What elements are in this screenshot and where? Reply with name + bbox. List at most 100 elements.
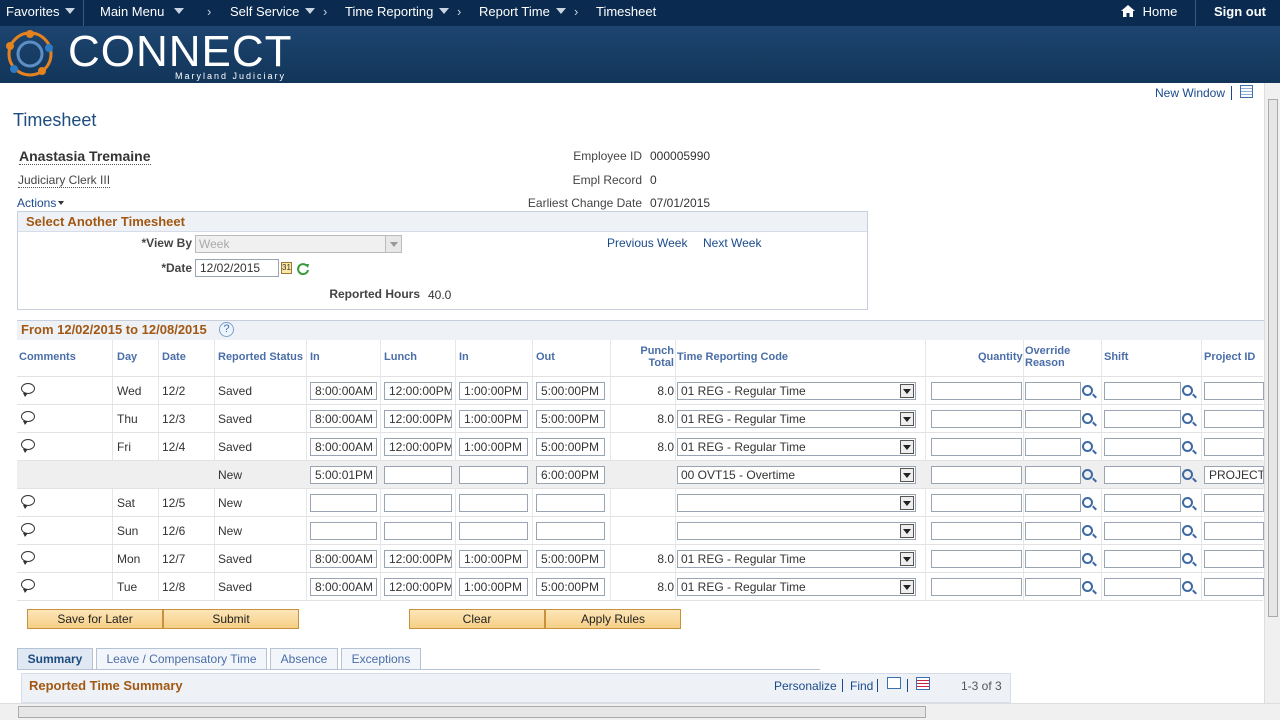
trc-select[interactable]: 01 REG - Regular Time (677, 382, 916, 400)
refresh-icon[interactable] (296, 262, 310, 276)
tab-exceptions[interactable]: Exceptions (341, 648, 421, 670)
lunch-time-input[interactable] (384, 494, 452, 512)
in-time-input[interactable]: 5:00:01PM (310, 466, 377, 484)
in2-time-input[interactable]: 1:00:00PM (459, 410, 528, 428)
quantity-input[interactable] (931, 494, 1022, 512)
employee-job-title[interactable]: Judiciary Clerk III (18, 173, 111, 188)
shift-input[interactable] (1104, 382, 1181, 400)
new-window-link[interactable]: New Window (1155, 86, 1225, 100)
comment-icon[interactable] (21, 495, 35, 509)
find-link[interactable]: Find (850, 679, 873, 693)
quantity-input[interactable] (931, 522, 1022, 540)
override-input[interactable] (1025, 550, 1081, 568)
previous-week-link[interactable]: Previous Week (607, 236, 687, 250)
horizontal-scrollbar[interactable] (0, 703, 1280, 720)
override-input[interactable] (1025, 494, 1081, 512)
out-time-input[interactable]: 5:00:00PM (536, 438, 605, 456)
project-id-input[interactable] (1204, 410, 1264, 428)
breadcrumb-report-time[interactable]: Report Time (479, 4, 566, 19)
in2-time-input[interactable] (459, 466, 528, 484)
scrollbar-thumb[interactable] (1268, 99, 1278, 617)
in-time-input[interactable]: 8:00:00AM (310, 578, 377, 596)
override-input[interactable] (1025, 522, 1081, 540)
in2-time-input[interactable] (459, 494, 528, 512)
employee-name[interactable]: Anastasia Tremaine (19, 148, 151, 165)
sign-out-link[interactable]: Sign out (1214, 4, 1266, 19)
lunch-time-input[interactable]: 12:00:00PM (384, 550, 452, 568)
lookup-icon[interactable] (1182, 441, 1193, 452)
out-time-input[interactable] (536, 494, 605, 512)
lookup-icon[interactable] (1182, 469, 1193, 480)
shift-input[interactable] (1104, 522, 1181, 540)
calendar-icon[interactable]: 31 (281, 262, 292, 274)
shift-input[interactable] (1104, 494, 1181, 512)
lookup-icon[interactable] (1182, 525, 1193, 536)
project-id-input[interactable] (1204, 382, 1264, 400)
page-layout-icon[interactable] (1240, 85, 1253, 98)
out-time-input[interactable]: 6:00:00PM (536, 466, 605, 484)
lookup-icon[interactable] (1082, 469, 1093, 480)
personalize-link[interactable]: Personalize (774, 679, 837, 693)
actions-menu[interactable]: Actions (17, 196, 65, 210)
override-input[interactable] (1025, 466, 1081, 484)
lookup-icon[interactable] (1082, 497, 1093, 508)
shift-input[interactable] (1104, 466, 1181, 484)
override-input[interactable] (1025, 438, 1081, 456)
date-input[interactable]: 12/02/2015 (195, 259, 279, 277)
comment-icon[interactable] (21, 523, 35, 537)
trc-select[interactable] (677, 522, 916, 540)
trc-select[interactable]: 01 REG - Regular Time (677, 410, 916, 428)
trc-select[interactable]: 00 OVT15 - Overtime (677, 466, 916, 484)
quantity-input[interactable] (931, 466, 1022, 484)
help-icon[interactable]: ? (219, 322, 234, 337)
override-input[interactable] (1025, 578, 1081, 596)
lunch-time-input[interactable]: 12:00:00PM (384, 578, 452, 596)
project-id-input[interactable]: PROJECTS (1204, 466, 1264, 484)
override-input[interactable] (1025, 382, 1081, 400)
trc-select[interactable] (677, 494, 916, 512)
quantity-input[interactable] (931, 382, 1022, 400)
tab-leave-compensatory-time[interactable]: Leave / Compensatory Time (96, 648, 267, 670)
home-link[interactable]: Home (1120, 4, 1177, 19)
in-time-input[interactable]: 8:00:00AM (310, 550, 377, 568)
tab-absence[interactable]: Absence (270, 648, 338, 670)
shift-input[interactable] (1104, 578, 1181, 596)
out-time-input[interactable]: 5:00:00PM (536, 578, 605, 596)
project-id-input[interactable] (1204, 550, 1264, 568)
lookup-icon[interactable] (1082, 525, 1093, 536)
apply-rules-button[interactable]: Apply Rules (545, 609, 681, 629)
in2-time-input[interactable]: 1:00:00PM (459, 550, 528, 568)
lookup-icon[interactable] (1182, 581, 1193, 592)
clear-button[interactable]: Clear (409, 609, 545, 629)
in2-time-input[interactable]: 1:00:00PM (459, 578, 528, 596)
in2-time-input[interactable] (459, 522, 528, 540)
comment-icon[interactable] (21, 551, 35, 565)
comment-icon[interactable] (21, 439, 35, 453)
shift-input[interactable] (1104, 410, 1181, 428)
in2-time-input[interactable]: 1:00:00PM (459, 382, 528, 400)
comment-icon[interactable] (21, 383, 35, 397)
lookup-icon[interactable] (1082, 553, 1093, 564)
lookup-icon[interactable] (1182, 385, 1193, 396)
lookup-icon[interactable] (1182, 413, 1193, 424)
scrollbar-thumb[interactable] (18, 706, 926, 718)
lookup-icon[interactable] (1082, 581, 1093, 592)
quantity-input[interactable] (931, 578, 1022, 596)
favorites-menu[interactable]: Favorites (6, 4, 76, 19)
override-input[interactable] (1025, 410, 1081, 428)
lookup-icon[interactable] (1082, 441, 1093, 452)
lookup-icon[interactable] (1082, 385, 1093, 396)
comment-icon[interactable] (21, 579, 35, 593)
download-spreadsheet-icon[interactable] (916, 677, 930, 690)
lunch-time-input[interactable]: 12:00:00PM (384, 410, 452, 428)
in-time-input[interactable]: 8:00:00AM (310, 410, 377, 428)
vertical-scrollbar[interactable] (1264, 83, 1280, 703)
view-by-select[interactable]: Week (195, 235, 402, 253)
next-week-link[interactable]: Next Week (703, 236, 761, 250)
trc-select[interactable]: 01 REG - Regular Time (677, 578, 916, 596)
in-time-input[interactable]: 8:00:00AM (310, 382, 377, 400)
lunch-time-input[interactable] (384, 522, 452, 540)
tab-summary[interactable]: Summary (17, 648, 93, 670)
project-id-input[interactable] (1204, 494, 1264, 512)
lunch-time-input[interactable]: 12:00:00PM (384, 382, 452, 400)
